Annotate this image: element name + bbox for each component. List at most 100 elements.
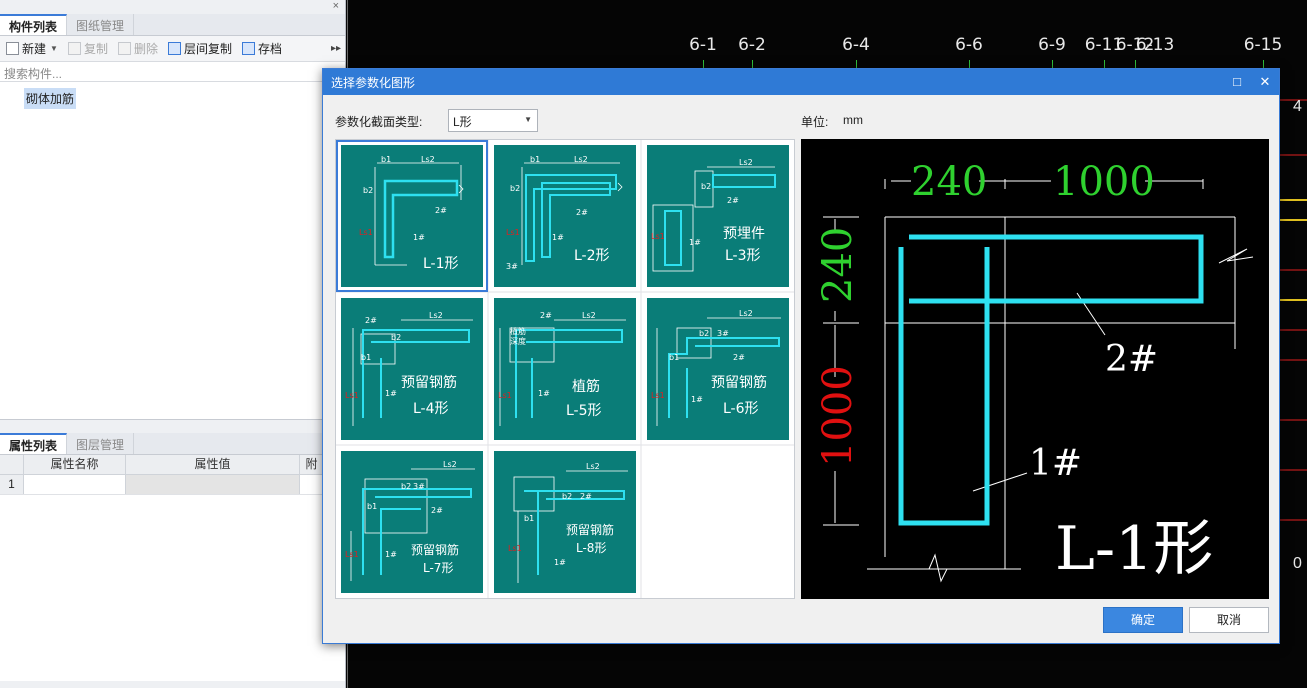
component-tabs: 构件列表 图纸管理 [0, 14, 345, 36]
cancel-button[interactable]: 取消 [1189, 607, 1269, 633]
preview-dim-left-bottom: 1000 [815, 365, 861, 467]
svg-text:2#: 2# [580, 492, 592, 501]
delete-button[interactable]: 删除 [117, 40, 158, 57]
tab-property-list[interactable]: 属性列表 [0, 433, 68, 454]
svg-text:Ls1: Ls1 [506, 228, 520, 237]
section-type-label: 参数化截面类型: [335, 115, 423, 129]
property-name-cell[interactable] [24, 475, 126, 494]
new-button[interactable]: 新建 ▼ [6, 40, 58, 57]
svg-text:b2: b2 [510, 184, 520, 193]
thumb-name: L-6形 [723, 401, 759, 417]
ok-button[interactable]: 确定 [1103, 607, 1183, 633]
floor-copy-button[interactable]: 层间复制 [167, 40, 232, 57]
tab-drawing-management[interactable]: 图纸管理 [67, 14, 135, 35]
svg-text:植筋: 植筋 [510, 326, 526, 336]
svg-text:1#: 1# [554, 558, 566, 567]
axis-label: 6-2 [738, 35, 766, 55]
svg-text:Ls2: Ls2 [421, 155, 435, 164]
toolbar-overflow-icon[interactable]: ▸▸ [331, 43, 341, 54]
svg-text:b2: b2 [701, 182, 711, 191]
thumb-name: L-7形 [423, 561, 454, 575]
shape-thumb-l5[interactable]: 植筋 深度 2# Ls2 Ls1 1# 植筋 L-5形 [494, 298, 636, 440]
svg-text:2#: 2# [727, 196, 739, 205]
svg-text:Ls1: Ls1 [498, 391, 512, 400]
tree-item-masonry-rebar[interactable]: 砌体加筋 [24, 88, 77, 109]
svg-text:b2: b2 [401, 482, 411, 491]
svg-text:b2: b2 [699, 329, 709, 338]
dialog-titlebar[interactable]: 选择参数化图形 □ ✕ [323, 69, 1279, 95]
shape-thumb-l1[interactable]: b1 Ls2 b2 Ls1 2# 1# L-1形 [336, 140, 488, 292]
thumb-extra: 预留钢筋 [401, 375, 457, 391]
preview-shape-name: L-1形 [1055, 514, 1213, 584]
thumb-name: L-1形 [423, 256, 459, 272]
svg-text:1#: 1# [385, 550, 397, 559]
thumb-extra: 预留钢筋 [411, 543, 460, 557]
thumb-extra: 预埋件 [723, 226, 765, 242]
svg-text:Ls2: Ls2 [429, 311, 443, 320]
svg-text:Ls1: Ls1 [359, 228, 373, 237]
svg-text:Ls1: Ls1 [651, 391, 665, 400]
shape-thumb-l2[interactable]: b1 Ls2 b2 Ls1 2# 1# 3# L-2形 [494, 145, 636, 287]
axis-label: 6-13 [1135, 35, 1175, 55]
property-value-header: 属性值 [126, 455, 300, 474]
svg-text:Ls1: Ls1 [508, 544, 522, 553]
svg-text:2#: 2# [540, 311, 552, 320]
component-panel: × 构件列表 图纸管理 新建 ▼ 复制 删除 层间复制 存档 ▸▸ 搜索构件..… [0, 0, 346, 688]
new-button-label: 新建 [22, 42, 47, 56]
l7-diagram: Ls2 b2 3# 2# b1 Ls1 1# [345, 460, 475, 581]
svg-text:1#: 1# [413, 233, 425, 242]
copy-button[interactable]: 复制 [67, 40, 108, 57]
svg-text:2#: 2# [576, 208, 588, 217]
svg-text:深度: 深度 [510, 336, 526, 346]
attach-cell[interactable] [300, 475, 324, 494]
shape-thumb-l6[interactable]: Ls2 b2 3# 2# b1 Ls1 1# 预留钢筋 L-6形 [647, 298, 789, 440]
shape-thumb-l8[interactable]: Ls2 b2 2# b1 Ls1 1# 预留钢筋 L-8形 [494, 451, 636, 593]
svg-text:Ls1: Ls1 [345, 550, 359, 559]
shape-thumb-l3[interactable]: Ls2 b2 2# Ls1 1# 预埋件 L-3形 [647, 145, 789, 287]
svg-text:2#: 2# [733, 353, 745, 362]
maximize-icon[interactable]: □ [1223, 74, 1251, 90]
property-value-cell[interactable] [126, 475, 300, 494]
svg-text:3#: 3# [506, 262, 518, 271]
svg-text:b1: b1 [669, 353, 679, 362]
thumb-name: L-8形 [576, 541, 607, 555]
property-name-header: 属性名称 [24, 455, 126, 474]
axis-label: 6-6 [955, 35, 983, 55]
axis-label: 6-15 [1243, 35, 1283, 55]
svg-text:3#: 3# [413, 482, 425, 491]
svg-text:Ls2: Ls2 [443, 460, 457, 469]
canvas-edge-text: 0 [1293, 555, 1302, 572]
table-row[interactable]: 1 [0, 475, 345, 495]
svg-text:3#: 3# [717, 329, 729, 338]
attach-header: 附 [300, 455, 324, 474]
close-icon[interactable]: ✕ [1251, 74, 1279, 90]
save-button[interactable]: 存档 [241, 40, 282, 57]
dialog-title: 选择参数化图形 [331, 75, 416, 90]
svg-text:1#: 1# [689, 238, 701, 247]
section-type-select[interactable]: L形 ▼ [448, 109, 538, 132]
axis-label: 6-4 [842, 35, 870, 55]
tab-layer-management[interactable]: 图层管理 [67, 433, 135, 454]
svg-text:1#: 1# [385, 389, 397, 398]
svg-text:b2: b2 [391, 333, 401, 342]
copy-button-label: 复制 [83, 42, 108, 56]
delete-button-label: 删除 [133, 42, 158, 56]
section-type-row: 参数化截面类型: L形 ▼ 单位: mm [335, 109, 1267, 133]
svg-text:Ls2: Ls2 [574, 155, 588, 164]
preview-bar1-label: 1# [1029, 443, 1082, 484]
shape-thumb-l7[interactable]: Ls2 b2 3# 2# b1 Ls1 1# 预留钢筋 L-7形 [341, 451, 483, 593]
component-search-input[interactable]: 搜索构件... [0, 62, 345, 82]
panel-splitter[interactable] [0, 419, 345, 433]
chevron-down-icon[interactable]: ▼ [50, 44, 58, 53]
section-type-value: L形 [453, 115, 472, 129]
svg-text:2#: 2# [431, 506, 443, 515]
svg-text:1#: 1# [538, 389, 550, 398]
delete-icon [117, 42, 131, 55]
property-grid: 属性名称 属性值 附 1 [0, 455, 345, 681]
svg-text:2#: 2# [435, 206, 447, 215]
panel-close-icon[interactable]: × [333, 0, 339, 12]
svg-text:Ls2: Ls2 [739, 309, 753, 318]
tab-component-list[interactable]: 构件列表 [0, 14, 68, 35]
shape-thumb-l4[interactable]: 2# Ls2 b2 b1 Ls1 1# 预留钢筋 L-4形 [341, 298, 483, 440]
l2-diagram: b1 Ls2 b2 Ls1 2# 1# 3# [506, 155, 623, 271]
